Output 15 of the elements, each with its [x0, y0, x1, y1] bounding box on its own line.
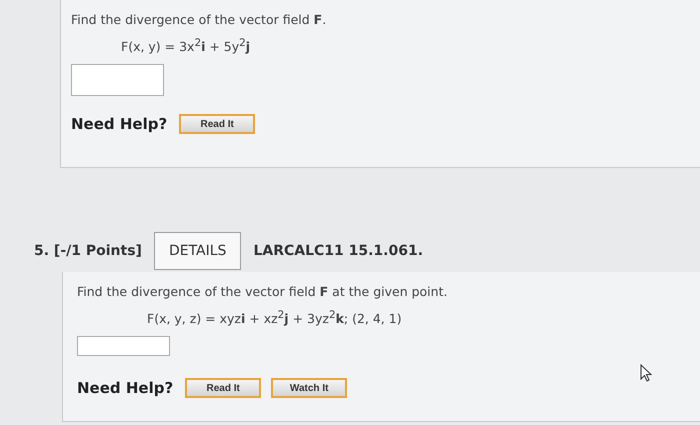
question-text: Find the divergence of the vector field F. [71, 12, 328, 27]
mouse-cursor-icon [640, 364, 654, 382]
question-heading: 5. [-/1 Points] [34, 243, 142, 259]
help-button[interactable]: Watch It [271, 378, 348, 398]
details-button[interactable]: DETAILS [154, 232, 242, 270]
help-button[interactable]: Read It [185, 378, 262, 398]
need-help-label: Need Help? [77, 379, 174, 398]
answer-field[interactable] [71, 64, 164, 96]
help-button[interactable]: Read It [179, 114, 256, 134]
reference-label: LARCALC11 15.1.061. [253, 243, 424, 259]
answer-field[interactable] [77, 336, 170, 356]
formula: F(x, y) = 3x$^{2}$i + 5y$^{2}$j [121, 37, 252, 54]
question-text: Find the divergence of the vector field F at the given point. [77, 284, 448, 299]
need-help-label: Need Help? [71, 115, 168, 134]
formula: F(x, y, z) = xyzi + xz$^{2}$j + 3yz$^{2}$k; (2, 4, 1) [147, 309, 403, 326]
